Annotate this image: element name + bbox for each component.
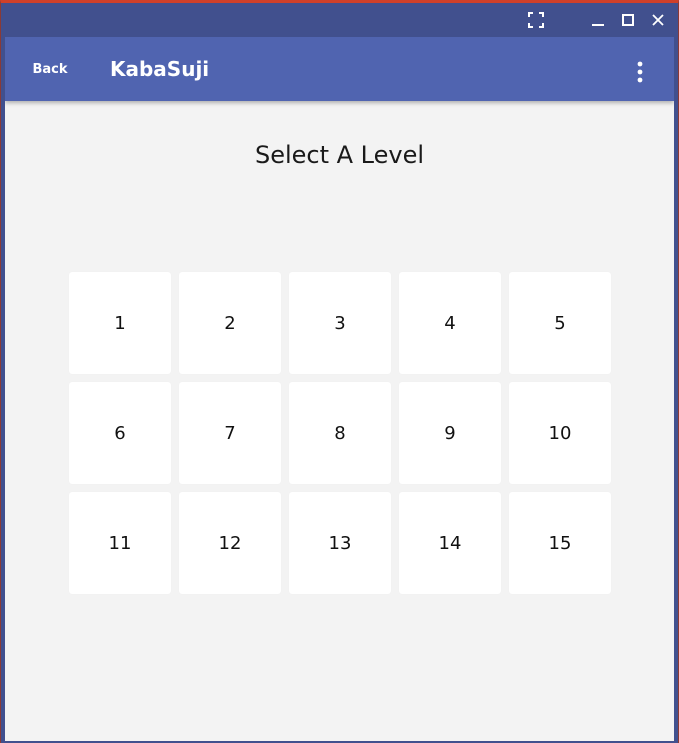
level-button[interactable]: 12	[179, 492, 281, 594]
window-titlebar	[1, 3, 678, 37]
level-button[interactable]: 1	[69, 272, 171, 374]
app-content: Back KabaSuji Select A Level 1 2 3 4 5 6…	[5, 37, 674, 741]
page-title: Select A Level	[254, 141, 425, 169]
app-title: KabaSuji	[110, 57, 210, 81]
level-button[interactable]: 7	[179, 382, 281, 484]
level-button[interactable]: 13	[289, 492, 391, 594]
level-button[interactable]: 4	[399, 272, 501, 374]
minimize-icon[interactable]	[585, 7, 611, 33]
more-vertical-icon[interactable]	[623, 55, 657, 89]
level-button[interactable]: 3	[289, 272, 391, 374]
level-button[interactable]: 8	[289, 382, 391, 484]
level-button[interactable]: 9	[399, 382, 501, 484]
back-button[interactable]: Back	[19, 55, 81, 83]
app-bar: Back KabaSuji	[5, 37, 674, 101]
fullscreen-icon[interactable]	[523, 7, 549, 33]
level-button[interactable]: 10	[509, 382, 611, 484]
level-grid: 1 2 3 4 5 6 7 8 9 10 11 12 13 14 15	[69, 272, 611, 594]
level-button[interactable]: 6	[69, 382, 171, 484]
level-button[interactable]: 11	[69, 492, 171, 594]
close-icon[interactable]	[645, 7, 671, 33]
level-button[interactable]: 2	[179, 272, 281, 374]
level-button[interactable]: 14	[399, 492, 501, 594]
level-button[interactable]: 5	[509, 272, 611, 374]
level-button[interactable]: 15	[509, 492, 611, 594]
maximize-icon[interactable]	[615, 7, 641, 33]
app-window: Back KabaSuji Select A Level 1 2 3 4 5 6…	[0, 0, 679, 743]
